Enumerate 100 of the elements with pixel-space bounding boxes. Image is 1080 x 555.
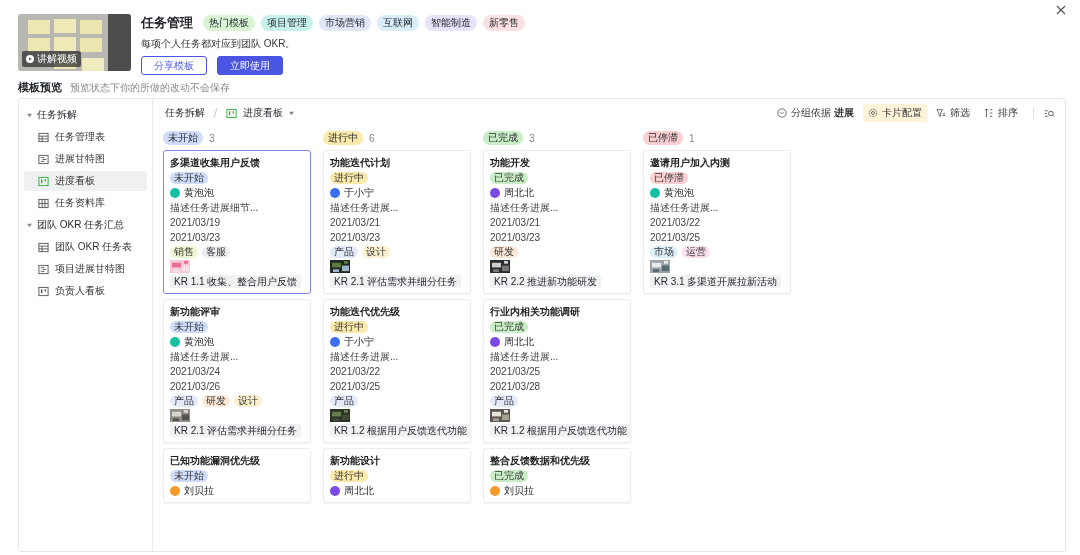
sidebar-item[interactable]: 团队 OKR 任务表 bbox=[24, 237, 147, 257]
video-badge[interactable]: 讲解视频 bbox=[22, 51, 81, 67]
task-card[interactable]: 功能迭代优先级 进行中 于小宁 描述任务进展... 2021/03/22 2021/03/25 产品 KR 1.2 根据用户反馈迭代功能 bbox=[323, 299, 471, 443]
sidebar-item[interactable]: 负责人看板 bbox=[24, 281, 147, 301]
item-label: 团队 OKR 任务表 bbox=[55, 240, 133, 254]
board-icon bbox=[226, 107, 237, 119]
label-tag: 销售 bbox=[170, 246, 198, 258]
card-title: 功能迭代优先级 bbox=[330, 305, 401, 319]
item-label: 进度看板 bbox=[55, 174, 95, 188]
task-card[interactable]: 新功能设计 进行中 周北北 bbox=[323, 448, 471, 503]
status-tag: 已完成 bbox=[490, 321, 528, 333]
sidebar-item[interactable]: 项目进展甘特图 bbox=[24, 259, 147, 279]
label-tag: 产品 bbox=[330, 246, 358, 258]
key-result-tag: KR 3.1 多渠道开展拉新活动 bbox=[650, 275, 782, 288]
item-label: 任务资料库 bbox=[55, 196, 105, 210]
start-date: 2021/03/21 bbox=[490, 216, 542, 229]
end-date: 2021/03/23 bbox=[170, 231, 222, 244]
status-tag: 已停滞 bbox=[650, 172, 688, 184]
key-result-tag: KR 2.2 推进新功能研发 bbox=[490, 275, 602, 288]
breadcrumb-link[interactable]: 任务拆解 bbox=[165, 106, 205, 120]
start-date: 2021/03/19 bbox=[170, 216, 222, 229]
task-card[interactable]: 行业内相关功能调研 已完成 周北北 描述任务进展... 2021/03/25 2021/03/28 产品 KR 1.2 根据用户反馈迭代功能 bbox=[483, 299, 631, 443]
label-tag: 客服 bbox=[202, 246, 230, 258]
category-tag: 市场营销 bbox=[319, 15, 371, 31]
card-count: 3 bbox=[529, 132, 535, 144]
close-icon[interactable] bbox=[1056, 5, 1066, 15]
status-tag: 进行中 bbox=[323, 131, 363, 145]
end-date: 2021/03/23 bbox=[490, 231, 542, 244]
category-tag: 项目管理 bbox=[261, 15, 313, 31]
status-tag: 未开始 bbox=[170, 321, 208, 333]
end-date: 2021/03/25 bbox=[330, 380, 382, 393]
task-card[interactable]: 多渠道收集用户反馈 未开始 黄泡泡 描述任务进展细节... 2021/03/19 2021/03/23 销售 客服 KR 1.1 收集、整合用户反馈 bbox=[163, 150, 311, 294]
card-count: 3 bbox=[209, 132, 215, 144]
caret-icon bbox=[289, 110, 294, 116]
start-date: 2021/03/22 bbox=[650, 216, 702, 229]
search-icon[interactable] bbox=[1044, 107, 1055, 119]
gallery-icon bbox=[38, 197, 49, 209]
view-switcher[interactable]: 进度看板 bbox=[243, 106, 283, 120]
end-date: 2021/03/25 bbox=[650, 231, 702, 244]
label-tag: 产品 bbox=[170, 395, 198, 407]
category-tag: 互联网 bbox=[377, 15, 419, 31]
use-button[interactable]: 立即使用 bbox=[217, 56, 283, 75]
status-tag: 进行中 bbox=[330, 470, 368, 482]
group-label: 任务拆解 bbox=[37, 108, 77, 122]
key-result-tag: KR 1.1 收集、整合用户反馈 bbox=[170, 275, 302, 288]
card-description: 描述任务进展... bbox=[330, 201, 400, 214]
start-date: 2021/03/21 bbox=[330, 216, 382, 229]
toolbar-button[interactable]: 分组依据 进展 bbox=[772, 104, 859, 122]
card-title: 新功能设计 bbox=[330, 454, 381, 468]
toolbar-button[interactable]: 筛选 bbox=[931, 104, 975, 122]
card-title: 多渠道收集用户反馈 bbox=[170, 156, 261, 170]
status-tag: 进行中 bbox=[330, 172, 368, 184]
section-hint: 预览状态下你的所做的改动不会保存 bbox=[70, 81, 230, 95]
key-result-tag: KR 2.1 评估需求并细分任务 bbox=[330, 275, 462, 288]
table-icon bbox=[38, 131, 49, 143]
sidebar-item[interactable]: 进展甘特图 bbox=[24, 149, 147, 169]
board-icon bbox=[38, 175, 49, 187]
card-title: 邀请用户加入内测 bbox=[650, 156, 731, 170]
task-card[interactable]: 功能开发 已完成 周北北 描述任务进展... 2021/03/21 2021/03/23 研发 KR 2.2 推进新功能研发 bbox=[483, 150, 631, 294]
assignee-name: 黄泡泡 bbox=[664, 186, 694, 199]
end-date: 2021/03/28 bbox=[490, 380, 542, 393]
card-description: 描述任务进展细节... bbox=[170, 201, 260, 214]
label-tag: 设计 bbox=[234, 395, 262, 407]
item-label: 负责人看板 bbox=[55, 284, 105, 298]
task-card[interactable]: 已知功能漏洞优先级 未开始 刘贝拉 bbox=[163, 448, 311, 503]
group-label: 团队 OKR 任务汇总 bbox=[37, 218, 125, 232]
sidebar-group[interactable]: 团队 OKR 任务汇总 bbox=[24, 215, 147, 235]
task-card[interactable]: 新功能评审 未开始 黄泡泡 描述任务进展... 2021/03/24 2021/03/26 产品 研发 设计 KR 2.1 评估需求并细分任务 bbox=[163, 299, 311, 443]
card-description: 描述任务进展... bbox=[490, 201, 560, 214]
sidebar-item[interactable]: 任务管理表 bbox=[24, 127, 147, 147]
template-title: 任务管理 bbox=[141, 14, 193, 32]
sidebar-group[interactable]: 任务拆解 bbox=[24, 105, 147, 125]
status-tag: 已完成 bbox=[490, 470, 528, 482]
template-description: 每项个人任务都对应到团队 OKR。 bbox=[141, 37, 297, 51]
category-tag: 热门模板 bbox=[203, 15, 255, 31]
start-date: 2021/03/22 bbox=[330, 365, 382, 378]
share-button[interactable]: 分享模板 bbox=[141, 56, 207, 75]
assignee-name: 周北北 bbox=[504, 186, 534, 199]
assignee-name: 周北北 bbox=[504, 335, 534, 348]
card-count: 6 bbox=[369, 132, 375, 144]
item-label: 进展甘特图 bbox=[55, 152, 105, 166]
sidebar-item[interactable]: 进度看板 bbox=[24, 171, 147, 191]
section-title: 模板预览 bbox=[18, 80, 62, 95]
table-icon bbox=[38, 241, 49, 253]
video-label: 讲解视频 bbox=[37, 52, 77, 66]
sort-icon bbox=[984, 108, 994, 118]
card-title: 功能开发 bbox=[490, 156, 531, 170]
toolbar-button[interactable]: 卡片配置 bbox=[863, 104, 927, 122]
sidebar-item[interactable]: 任务资料库 bbox=[24, 193, 147, 213]
status-tag: 未开始 bbox=[170, 172, 208, 184]
card-description: 描述任务进展... bbox=[490, 350, 560, 363]
card-description: 描述任务进展... bbox=[650, 201, 720, 214]
task-card[interactable]: 功能迭代计划 进行中 于小宁 描述任务进展... 2021/03/21 2021/03/23 产品 设计 KR 2.1 评估需求并细分任务 bbox=[323, 150, 471, 294]
item-label: 项目进展甘特图 bbox=[55, 262, 125, 276]
task-card[interactable]: 邀请用户加入内测 已停滞 黄泡泡 描述任务进展... 2021/03/22 2021/03/25 市场 运营 KR 3.1 多渠道开展拉新活动 bbox=[643, 150, 791, 294]
assignee-name: 黄泡泡 bbox=[184, 335, 214, 348]
key-result-tag: KR 2.1 评估需求并细分任务 bbox=[170, 424, 302, 437]
label-tag: 研发 bbox=[490, 246, 518, 258]
task-card[interactable]: 整合反馈数据和优先级 已完成 刘贝拉 bbox=[483, 448, 631, 503]
toolbar-button[interactable]: 排序 bbox=[979, 104, 1023, 122]
